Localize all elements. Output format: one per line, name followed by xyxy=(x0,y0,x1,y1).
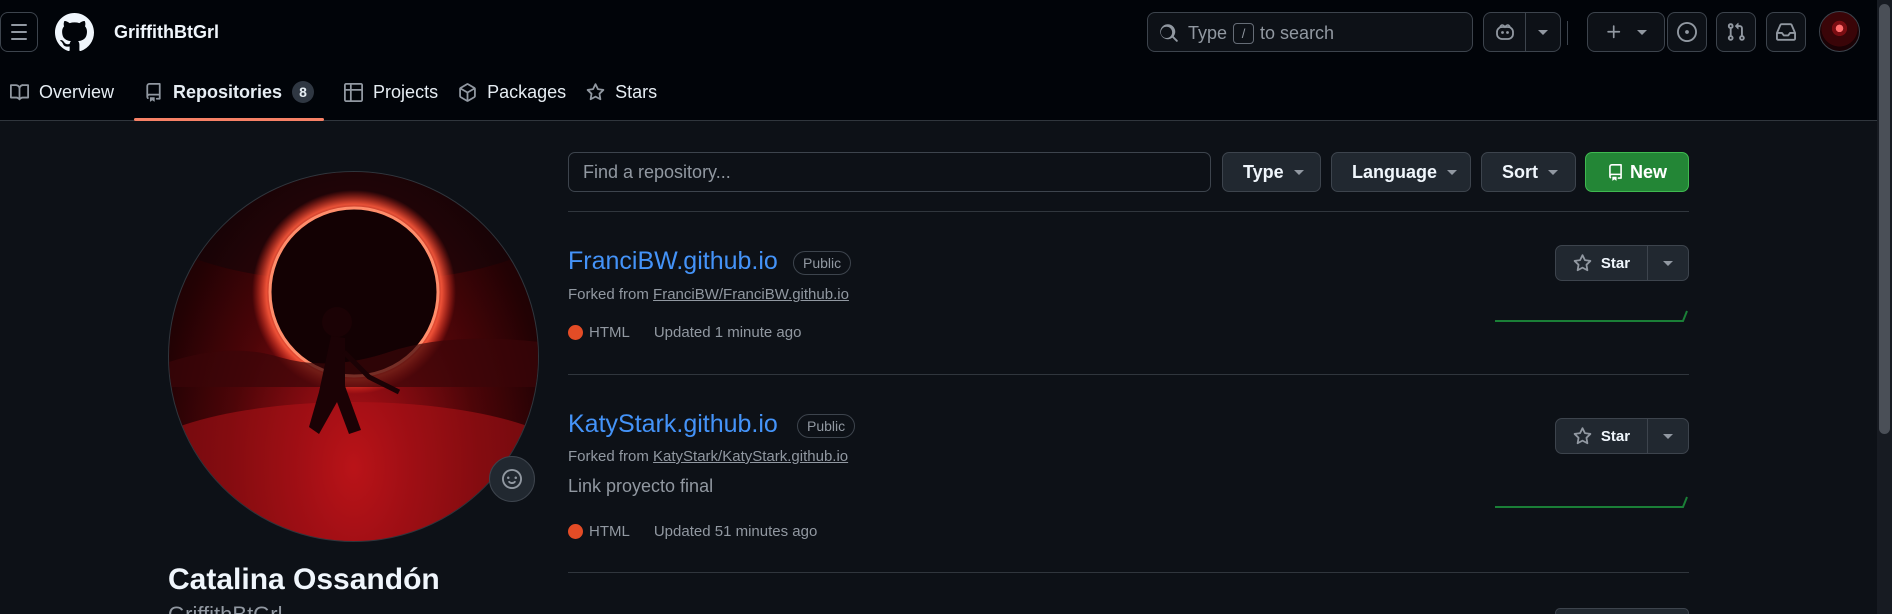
activity-sparkline xyxy=(1495,310,1688,322)
context-username[interactable]: GriffithBtGrl xyxy=(114,22,219,43)
chevron-down-icon xyxy=(1548,169,1558,175)
page-scrollbar[interactable] xyxy=(1877,0,1892,614)
repo-count-badge: 8 xyxy=(292,81,315,103)
chevron-down-icon xyxy=(1663,260,1673,266)
smiley-icon xyxy=(502,469,522,489)
chevron-down-icon xyxy=(1637,29,1647,35)
inbox-button[interactable] xyxy=(1766,12,1806,52)
repo-description: Link proyecto final xyxy=(568,476,714,496)
star-button-group[interactable] xyxy=(1555,608,1689,614)
scrollbar-thumb[interactable] xyxy=(1879,4,1890,434)
tab-projects[interactable]: Projects xyxy=(334,72,448,112)
inbox-icon xyxy=(1776,23,1796,41)
type-filter-button[interactable]: Type xyxy=(1222,152,1321,192)
sort-button[interactable]: Sort xyxy=(1481,152,1576,192)
chevron-down-icon xyxy=(1293,169,1304,175)
set-status-button[interactable] xyxy=(489,456,535,502)
repo-name-link[interactable]: FranciBW.github.io xyxy=(568,247,778,276)
tab-overview[interactable]: Overview xyxy=(0,72,124,112)
issue-opened-icon xyxy=(1677,22,1697,42)
pull-request-icon xyxy=(1727,22,1745,41)
copilot-icon xyxy=(1495,24,1514,40)
search-placeholder: Type / to search xyxy=(1188,23,1335,44)
star-icon xyxy=(1573,426,1592,444)
language-label: HTML xyxy=(589,523,630,540)
star-icon xyxy=(1573,253,1592,271)
package-icon xyxy=(459,82,476,102)
user-avatar-menu[interactable] xyxy=(1819,11,1860,52)
repo-icon xyxy=(146,82,161,102)
table-icon xyxy=(344,82,364,102)
book-icon xyxy=(10,83,29,100)
star-button[interactable]: Star xyxy=(1556,419,1648,453)
chevron-down-icon xyxy=(1447,169,1458,175)
language-color-dot xyxy=(568,325,583,340)
visibility-badge: Public xyxy=(793,251,852,275)
star-icon xyxy=(586,82,605,100)
activity-sparkline xyxy=(1495,496,1688,508)
visibility-badge: Public xyxy=(797,414,856,438)
pull-requests-button[interactable] xyxy=(1716,12,1756,52)
tab-stars[interactable]: Stars xyxy=(576,72,667,112)
search-icon xyxy=(1160,24,1178,42)
find-repository-input[interactable]: Find a repository... xyxy=(568,152,1211,192)
menu-icon xyxy=(11,24,27,26)
menu-button[interactable] xyxy=(0,12,38,52)
issues-button[interactable] xyxy=(1667,12,1707,52)
new-repository-button[interactable]: New xyxy=(1585,152,1689,192)
tab-packages[interactable]: Packages xyxy=(448,72,576,112)
plus-icon xyxy=(1607,25,1621,39)
star-list-menu-button[interactable] xyxy=(1648,419,1688,453)
chevron-down-icon xyxy=(1663,433,1673,439)
copilot-button-group xyxy=(1483,12,1561,52)
repo-meta: HTML Updated 1 minute ago xyxy=(568,324,801,341)
repo-icon xyxy=(1609,163,1622,181)
repo-name-link[interactable]: KatyStark.github.io xyxy=(568,410,778,439)
profile-avatar[interactable] xyxy=(168,171,539,542)
language-filter-button[interactable]: Language xyxy=(1331,152,1471,192)
forked-from-text: Forked from FranciBW/FranciBW.github.io xyxy=(568,286,849,303)
github-logo-icon[interactable] xyxy=(55,13,94,52)
forked-from-text: Forked from KatyStark/KatyStark.github.i… xyxy=(568,448,849,465)
copilot-button[interactable] xyxy=(1484,12,1525,52)
tab-repositories[interactable]: Repositories 8 xyxy=(134,72,325,121)
search-input[interactable]: Type / to search xyxy=(1147,12,1473,52)
language-label: HTML xyxy=(589,324,630,341)
star-button-group: Star xyxy=(1555,245,1689,281)
forked-from-link[interactable]: FranciBW/FranciBW.github.io xyxy=(653,286,849,303)
list-divider xyxy=(568,211,1689,212)
chevron-down-icon xyxy=(1538,29,1549,35)
create-new-button[interactable] xyxy=(1587,12,1665,52)
repo-meta: HTML Updated 51 minutes ago xyxy=(568,523,817,540)
star-list-menu-button[interactable] xyxy=(1648,246,1688,280)
forked-from-link[interactable]: KatyStark/KatyStark.github.io xyxy=(653,448,848,465)
list-divider xyxy=(568,374,1689,375)
eclipse-artwork xyxy=(169,172,538,541)
language-color-dot xyxy=(568,524,583,539)
profile-full-name: Catalina Ossandón xyxy=(168,563,440,596)
global-header: GriffithBtGrl Type / to search Overview … xyxy=(0,0,1877,121)
updated-time: Updated 51 minutes ago xyxy=(653,523,818,540)
updated-time: Updated 1 minute ago xyxy=(653,324,802,341)
search-shortcut-key: / xyxy=(1233,23,1255,44)
star-button[interactable]: Star xyxy=(1556,246,1648,280)
profile-tab-nav: Overview Repositories 8 Projects Package… xyxy=(0,72,667,121)
copilot-menu-button[interactable] xyxy=(1526,12,1560,52)
star-button-group: Star xyxy=(1555,418,1689,454)
list-divider xyxy=(568,572,1689,573)
profile-login: GriffithBtGrl xyxy=(168,602,283,614)
header-divider xyxy=(1567,21,1568,45)
